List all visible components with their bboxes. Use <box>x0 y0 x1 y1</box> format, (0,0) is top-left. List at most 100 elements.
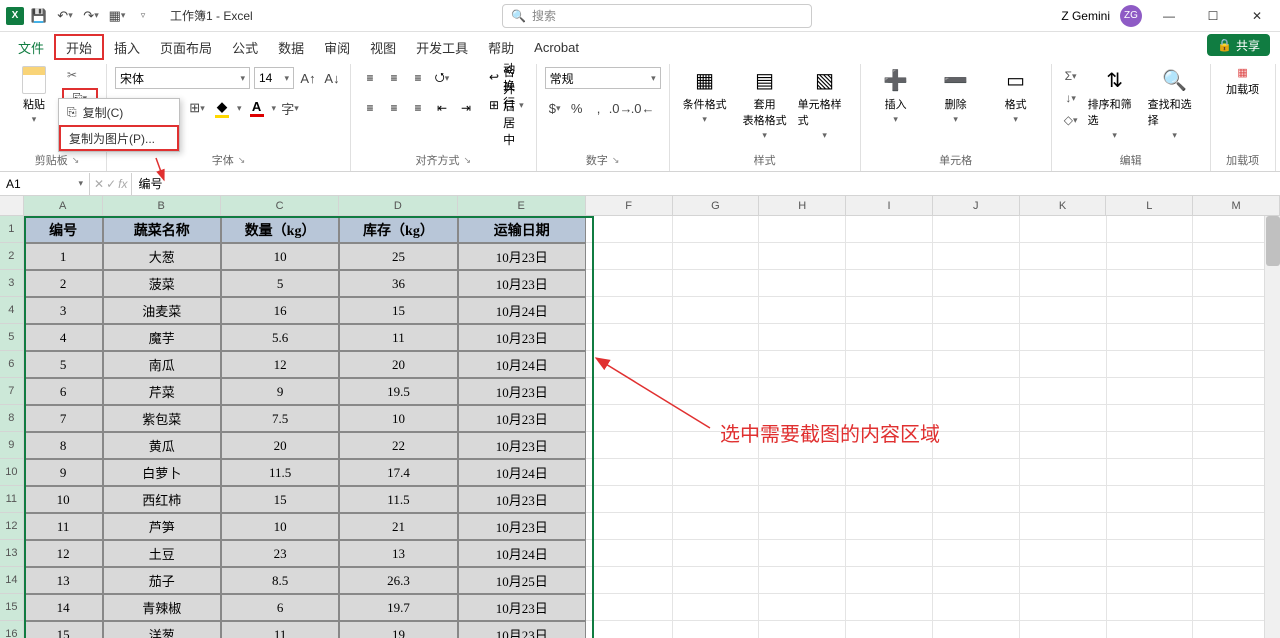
cell[interactable]: 10 <box>221 513 339 540</box>
font-launcher-icon[interactable]: ↘ <box>238 155 246 166</box>
cell[interactable] <box>1020 540 1107 567</box>
cell[interactable] <box>586 270 673 297</box>
cell[interactable]: 17.4 <box>339 459 457 486</box>
percent-icon[interactable]: % <box>567 97 587 119</box>
addins-button[interactable]: ▦加载项 <box>1219 66 1267 97</box>
cell[interactable]: 蔬菜名称 <box>103 216 221 243</box>
cell[interactable]: 8 <box>24 432 103 459</box>
col-header-E[interactable]: E <box>458 196 586 215</box>
cell[interactable] <box>673 324 760 351</box>
align-center-icon[interactable]: ≡ <box>383 97 405 119</box>
row-header[interactable]: 8 <box>0 405 24 432</box>
cell[interactable] <box>586 432 673 459</box>
cell[interactable] <box>933 567 1020 594</box>
cell[interactable]: 10月24日 <box>458 297 586 324</box>
cell[interactable] <box>846 486 933 513</box>
cell[interactable]: 南瓜 <box>103 351 221 378</box>
cell[interactable]: 6 <box>24 378 103 405</box>
cell[interactable]: 2 <box>24 270 103 297</box>
cell[interactable] <box>846 297 933 324</box>
minimize-icon[interactable]: — <box>1152 2 1186 30</box>
cell[interactable] <box>759 378 846 405</box>
vertical-scrollbar[interactable] <box>1264 216 1280 638</box>
cell[interactable]: 10月23日 <box>458 270 586 297</box>
font-size-select[interactable]: 14▾ <box>254 67 294 89</box>
tab-review[interactable]: 审阅 <box>314 34 360 60</box>
quick-access-icon[interactable]: ▦▾ <box>106 5 128 27</box>
cell[interactable]: 油麦菜 <box>103 297 221 324</box>
cell[interactable]: 12 <box>221 351 339 378</box>
cell[interactable] <box>846 594 933 621</box>
cell[interactable] <box>1107 243 1194 270</box>
cell[interactable] <box>846 540 933 567</box>
col-header-M[interactable]: M <box>1193 196 1280 215</box>
cell[interactable]: 15 <box>24 621 103 638</box>
cell[interactable] <box>673 243 760 270</box>
cell[interactable]: 20 <box>221 432 339 459</box>
align-middle-icon[interactable]: ≡ <box>383 67 405 89</box>
cell[interactable] <box>586 594 673 621</box>
comma-icon[interactable]: , <box>589 97 609 119</box>
cell[interactable]: 22 <box>339 432 457 459</box>
sort-filter-button[interactable]: ⇅排序和筛选▾ <box>1088 66 1142 141</box>
col-header-C[interactable]: C <box>221 196 339 215</box>
cell[interactable]: 芦笋 <box>103 513 221 540</box>
scrollbar-thumb[interactable] <box>1266 216 1280 266</box>
cell[interactable]: 10月23日 <box>458 324 586 351</box>
cell[interactable] <box>846 567 933 594</box>
cell[interactable] <box>933 378 1020 405</box>
cell[interactable] <box>673 378 760 405</box>
cell[interactable] <box>1020 459 1107 486</box>
col-header-G[interactable]: G <box>673 196 760 215</box>
cell[interactable] <box>1107 459 1194 486</box>
cell[interactable] <box>1020 513 1107 540</box>
cell[interactable]: 19.5 <box>339 378 457 405</box>
cell[interactable] <box>846 459 933 486</box>
table-format-button[interactable]: ▤套用 表格格式▾ <box>738 66 792 141</box>
cell[interactable]: 11 <box>24 513 103 540</box>
cell[interactable] <box>759 459 846 486</box>
cell[interactable] <box>673 621 760 638</box>
cell[interactable] <box>586 297 673 324</box>
decrease-font-icon[interactable]: A↓ <box>322 67 342 89</box>
clipboard-launcher-icon[interactable]: ↘ <box>72 155 80 166</box>
tab-layout[interactable]: 页面布局 <box>150 34 222 60</box>
cell[interactable] <box>1107 351 1194 378</box>
close-icon[interactable]: ✕ <box>1240 2 1274 30</box>
cell[interactable]: 9 <box>24 459 103 486</box>
cell[interactable] <box>1107 297 1194 324</box>
cell[interactable]: 21 <box>339 513 457 540</box>
cell[interactable] <box>586 459 673 486</box>
cell[interactable] <box>673 486 760 513</box>
cell[interactable]: 14 <box>24 594 103 621</box>
cell[interactable] <box>846 216 933 243</box>
cell[interactable] <box>759 324 846 351</box>
cell[interactable]: 4 <box>24 324 103 351</box>
cell[interactable]: 20 <box>339 351 457 378</box>
col-header-H[interactable]: H <box>759 196 846 215</box>
row-header[interactable]: 9 <box>0 432 24 459</box>
cell[interactable] <box>1020 378 1107 405</box>
indent-increase-icon[interactable]: ⇥ <box>455 97 477 119</box>
cell[interactable] <box>933 432 1020 459</box>
cell[interactable]: 19 <box>339 621 457 638</box>
cell[interactable] <box>1020 405 1107 432</box>
cell[interactable]: 11 <box>221 621 339 638</box>
align-launcher-icon[interactable]: ↘ <box>464 155 472 166</box>
cell[interactable] <box>1107 324 1194 351</box>
cell[interactable] <box>586 243 673 270</box>
menu-copy[interactable]: ⎘ 复制(C) <box>59 99 179 125</box>
cell[interactable] <box>846 270 933 297</box>
cell[interactable] <box>673 351 760 378</box>
fill-icon[interactable]: ↓▾ <box>1060 88 1082 108</box>
fx-icon[interactable]: fx <box>118 177 127 191</box>
cell[interactable] <box>933 216 1020 243</box>
cell[interactable] <box>1107 405 1194 432</box>
cell[interactable] <box>1107 540 1194 567</box>
cell[interactable] <box>933 243 1020 270</box>
cell[interactable] <box>759 621 846 638</box>
cell[interactable] <box>1107 594 1194 621</box>
cell[interactable] <box>673 216 760 243</box>
tab-data[interactable]: 数据 <box>268 34 314 60</box>
align-right-icon[interactable]: ≡ <box>407 97 429 119</box>
